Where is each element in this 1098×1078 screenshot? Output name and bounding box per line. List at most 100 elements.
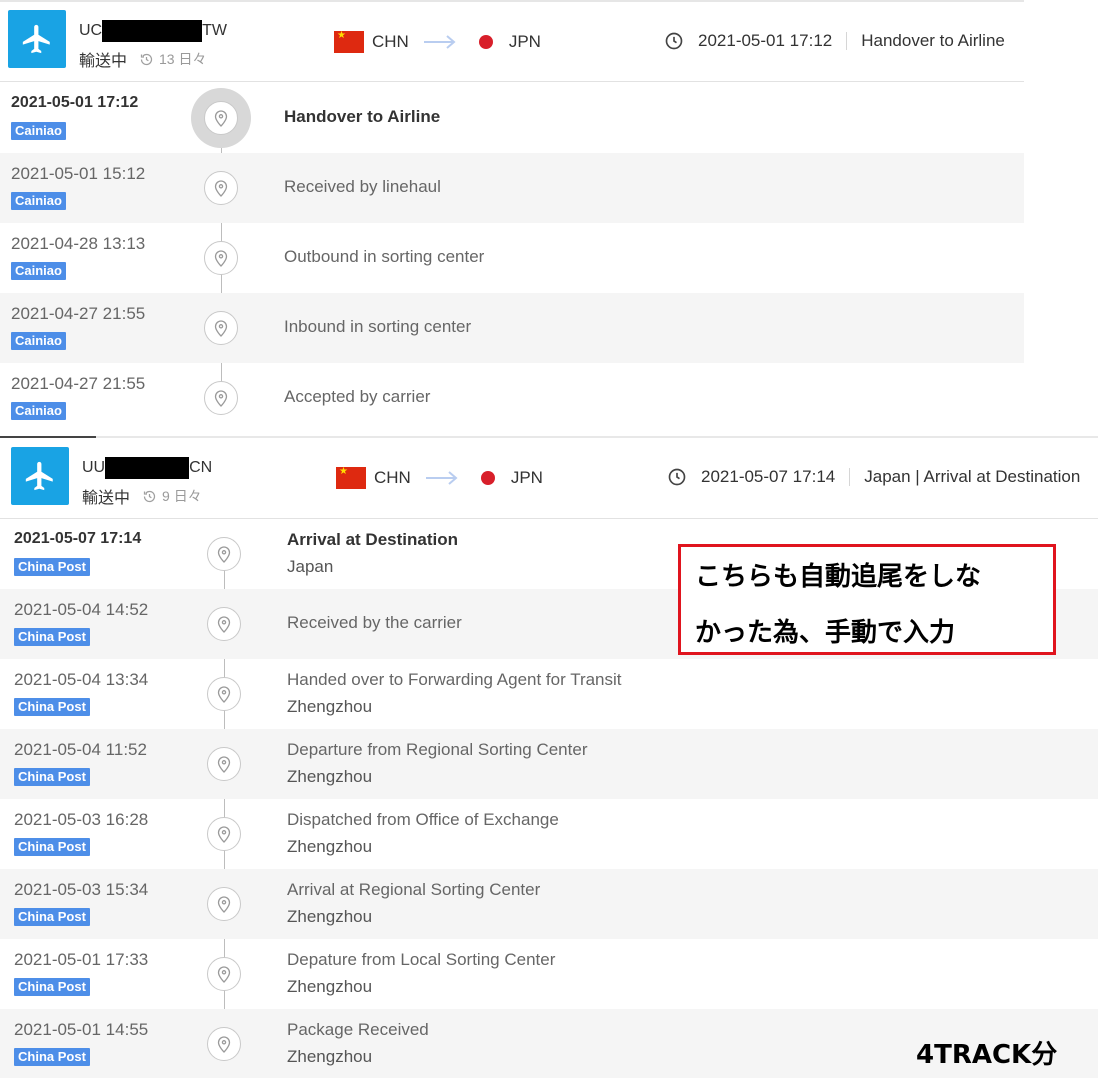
carrier-badge: China Post (14, 978, 90, 996)
timeline-event: 2021-04-27 21:55 Cainiao Accepted by carri… (0, 363, 1024, 433)
status-text: 輸送中 (79, 53, 128, 70)
history-icon (143, 490, 156, 502)
event-time: 2021-05-01 17:33 (14, 950, 149, 969)
carrier-badge: China Post (14, 838, 90, 856)
days-in-transit: 13 日々 (139, 49, 206, 69)
japan-dot-icon (478, 35, 493, 49)
active-location-pin-icon (191, 88, 251, 148)
event-description: Accepted by carrier (284, 387, 431, 406)
shipment-status: 輸送中 13 日々 (79, 47, 206, 71)
event-location: Zhengzhou (287, 837, 373, 856)
days-in-transit: 9 日々 (142, 486, 202, 506)
location-pin-icon (214, 250, 228, 267)
event-description: Handed over to Forwarding Agent for Tran… (287, 670, 622, 689)
event-description: Departure from Regional Sorting Center (287, 740, 588, 759)
location-pin-icon (204, 171, 238, 205)
event-location: Japan (287, 557, 334, 576)
event-description: Package Received (287, 1020, 429, 1039)
arrow-right-icon (423, 35, 456, 49)
event-time: 2021-05-03 15:34 (14, 880, 149, 899)
carrier-badge: China Post (14, 768, 90, 786)
shipment-header[interactable]: UC TW 輸送中 13 日々 CHN JPN 2021-05-01 17:12… (0, 0, 1024, 82)
location-pin-icon (217, 546, 231, 563)
tracking-suffix: CN (189, 459, 213, 476)
latest-time: 2021-05-07 17:14 (701, 467, 836, 486)
route: CHN JPN (336, 467, 543, 489)
event-time: 2021-05-01 17:12 (11, 94, 139, 111)
event-description: Received by linehaul (284, 177, 441, 196)
event-description: Arrival at Regional Sorting Center (287, 880, 541, 899)
event-description: Inbound in sorting center (284, 317, 472, 336)
event-description: Handover to Airline (284, 107, 441, 126)
divider (846, 32, 848, 50)
event-description: Arrival at Destination (287, 530, 458, 549)
status-text: 輸送中 (82, 490, 131, 507)
event-location: Zhengzhou (287, 1047, 373, 1066)
event-location: Zhengzhou (287, 907, 373, 926)
latest-event-summary: 2021-05-01 17:12 Handover to Airline (664, 31, 1005, 51)
days-label: 13 日々 (159, 51, 207, 67)
tracking-number[interactable]: UC TW (79, 20, 227, 42)
timeline-event: 2021-05-01 17:33 China Post Depature from … (0, 939, 1098, 1009)
location-pin-icon (217, 756, 231, 773)
latest-event: Japan | Arrival at Destination (864, 467, 1081, 486)
location-pin-icon (207, 747, 241, 781)
event-time: 2021-05-04 14:52 (14, 600, 149, 619)
origin-country: CHN (372, 32, 409, 51)
origin-country: CHN (374, 468, 411, 487)
location-pin-icon (217, 1036, 231, 1053)
shipment-panel-2[interactable]: UU CN 輸送中 9 日々 CHN JPN 2021-05-07 17:14 … (0, 436, 1098, 1078)
carrier-badge: China Post (14, 628, 90, 646)
event-description: Dispatched from Office of Exchange (287, 810, 559, 829)
event-time: 2021-04-27 21:55 (11, 374, 146, 393)
redaction-bar (105, 457, 190, 479)
shipment-header[interactable]: UU CN 輸送中 9 日々 CHN JPN 2021-05-07 17:14 … (0, 436, 1098, 519)
location-pin-icon (217, 616, 231, 633)
japan-dot-icon (480, 471, 495, 485)
location-pin-icon (217, 896, 231, 913)
carrier-badge: China Post (14, 698, 90, 716)
tracking-prefix: UU (82, 459, 106, 476)
destination-country: JPN (508, 32, 541, 51)
timeline-event: 2021-05-04 11:52 China Post Departure from… (0, 729, 1098, 799)
location-pin-icon (204, 241, 238, 275)
event-time: 2021-05-04 11:52 (14, 740, 147, 759)
timeline-event: 2021-05-03 16:28 China Post Dispatched fro… (0, 799, 1098, 869)
carrier-badge: China Post (14, 1048, 90, 1066)
event-time: 2021-05-01 15:12 (11, 164, 146, 183)
event-time: 2021-05-07 17:14 (14, 530, 142, 547)
location-pin-icon (207, 677, 241, 711)
redaction-bar (102, 20, 203, 42)
clock-icon (665, 32, 683, 50)
days-label: 9 日々 (162, 488, 202, 504)
carrier-badge: China Post (14, 558, 90, 576)
airplane-icon (8, 10, 66, 68)
latest-event: Handover to Airline (861, 31, 1005, 50)
location-pin-icon (217, 686, 231, 703)
china-flag-icon (336, 467, 366, 489)
carrier-badge: Cainiao (11, 332, 66, 350)
location-pin-icon (214, 390, 228, 407)
shipment-panel-1[interactable]: UC TW 輸送中 13 日々 CHN JPN 2021-05-01 17:12… (0, 0, 1024, 434)
annotation-line-2: かった為、手動で入力 (695, 618, 956, 648)
carrier-badge: China Post (14, 908, 90, 926)
latest-time: 2021-05-01 17:12 (698, 31, 833, 50)
route: CHN JPN (334, 31, 541, 53)
location-pin-icon (214, 110, 228, 127)
location-pin-icon (217, 966, 231, 983)
footer-tag: 4TRACK分 (916, 1040, 1058, 1070)
arrow-right-icon (425, 471, 458, 485)
timeline-event: 2021-05-01 15:12 Cainiao Received by lineh… (0, 153, 1024, 223)
event-location: Zhengzhou (287, 767, 373, 786)
divider (849, 468, 851, 486)
event-time: 2021-05-04 13:34 (14, 670, 149, 689)
location-pin-icon (207, 887, 241, 921)
location-pin-icon (204, 381, 238, 415)
tracking-number[interactable]: UU CN (82, 457, 212, 479)
annotation-line-1: こちらも自動追尾をしな (695, 562, 982, 592)
timeline-event: 2021-05-04 13:34 China Post Handed over to… (0, 659, 1098, 729)
shipment-status: 輸送中 9 日々 (82, 484, 202, 508)
carrier-badge: Cainiao (11, 402, 66, 420)
location-pin-icon (217, 826, 231, 843)
event-description: Outbound in sorting center (284, 247, 485, 266)
